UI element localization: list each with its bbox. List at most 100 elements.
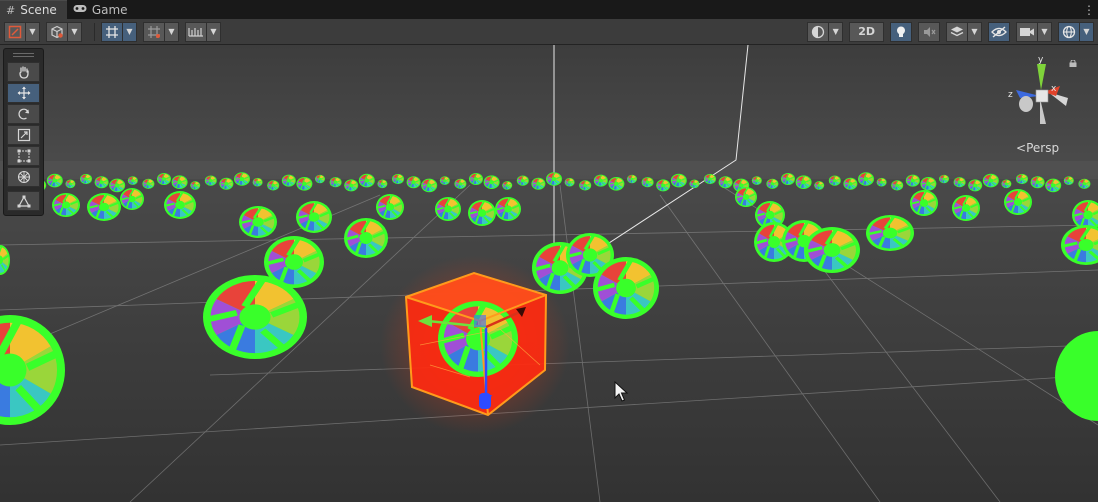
far-sphere [142, 179, 154, 189]
transform-icon [17, 170, 30, 184]
shading-mode-button[interactable] [807, 21, 830, 42]
move-tool-button[interactable] [7, 83, 40, 103]
draw-mode-button[interactable] [4, 21, 26, 42]
hand-tool-button[interactable] [7, 62, 40, 82]
lock-icon[interactable] [1069, 60, 1077, 67]
far-sphere [920, 177, 936, 191]
far-sphere [95, 176, 109, 188]
far-sphere [219, 178, 233, 190]
projection-label: Persp [1026, 141, 1060, 155]
chevron-down-icon: ▼ [71, 27, 78, 36]
grid-visibility-button[interactable] [143, 21, 165, 42]
far-sphere [80, 174, 92, 184]
far-sphere [1001, 180, 1011, 189]
palette-drag-handle[interactable] [7, 51, 40, 59]
gizmo-y-cone[interactable] [1037, 64, 1046, 90]
far-sphere [781, 173, 795, 185]
gizmo-center-cube[interactable] [1035, 89, 1049, 103]
lighting-toggle[interactable] [890, 21, 912, 42]
far-sphere [689, 180, 699, 189]
increment-snap-dropdown[interactable]: ▼ [207, 21, 221, 42]
far-sphere [315, 175, 325, 184]
far-sphere [502, 181, 512, 190]
far-sphere [939, 175, 949, 184]
far-sphere [983, 174, 999, 188]
scene-viewport[interactable] [0, 45, 1098, 502]
far-sphere [1064, 176, 1074, 185]
far-sphere [891, 180, 903, 190]
far-sphere [656, 179, 670, 191]
far-sphere [829, 176, 841, 186]
far-sphere [766, 179, 778, 189]
far-sphere [330, 177, 342, 187]
far-sphere [579, 180, 591, 190]
2d-mode-toggle[interactable]: 2D [849, 21, 884, 42]
gizmo-negz-cone[interactable] [1019, 96, 1033, 112]
rotate-tool-button[interactable] [7, 104, 40, 124]
shading-mode-dropdown[interactable]: ▼ [829, 21, 844, 42]
scene-canvas[interactable] [0, 45, 1098, 502]
audio-toggle[interactable] [918, 21, 940, 42]
lightbulb-icon [897, 26, 905, 37]
grid-snap-toggle[interactable] [101, 21, 123, 42]
sphere-icon [812, 25, 825, 38]
grid-visibility-dropdown[interactable]: ▼ [165, 21, 179, 42]
far-sphere [440, 176, 450, 185]
far-sphere [954, 177, 966, 187]
render-mode-button[interactable] [46, 21, 68, 42]
globe-icon [1062, 25, 1076, 38]
transform-tool-button[interactable] [7, 167, 40, 187]
far-sphere [282, 175, 296, 187]
far-sphere [594, 175, 608, 187]
move-arrows-icon [17, 86, 30, 100]
scene-visibility-toggle[interactable] [988, 21, 1010, 42]
far-sphere [608, 177, 624, 191]
rect-transform-icon [17, 149, 30, 163]
far-sphere [190, 181, 200, 190]
custom-tool-button[interactable] [7, 191, 40, 211]
chevron-down-icon: ▼ [126, 27, 133, 36]
more-options-icon[interactable]: ⋮ [1080, 0, 1098, 19]
far-sphere [377, 180, 387, 189]
far-sphere [642, 177, 654, 187]
chevron-left-icon: < [1016, 141, 1027, 155]
toolbar-divider [94, 22, 95, 41]
scene-camera-dropdown[interactable]: ▼ [1038, 21, 1052, 42]
far-sphere [484, 175, 500, 189]
far-sphere [172, 175, 188, 189]
camera-icon [1020, 27, 1034, 36]
chevron-down-icon: ▼ [1041, 27, 1048, 36]
tab-scene-label: Scene [20, 3, 57, 17]
rotate-icon [17, 108, 29, 120]
tool-palette [3, 48, 44, 216]
far-sphere [704, 174, 716, 184]
scale-tool-button[interactable] [7, 125, 40, 145]
render-mode-dropdown[interactable]: ▼ [68, 21, 82, 42]
far-sphere [234, 172, 250, 186]
far-sphere [843, 178, 857, 190]
tab-strip: # Scene Game ⋮ [0, 0, 1098, 19]
sky-background [0, 45, 1098, 167]
tab-game[interactable]: Game [67, 0, 138, 19]
scale-icon [17, 128, 30, 142]
far-sphere [546, 172, 562, 186]
chevron-down-icon: ▼ [832, 27, 839, 36]
grid-snap-icon [106, 25, 118, 38]
effects-button[interactable] [946, 21, 968, 42]
scene-camera-button[interactable] [1016, 21, 1038, 42]
ruler-icon [188, 27, 203, 37]
effects-dropdown[interactable]: ▼ [968, 21, 982, 42]
tab-scene[interactable]: # Scene [0, 0, 67, 19]
far-sphere [719, 176, 733, 188]
far-sphere [407, 176, 421, 188]
selected-cube[interactable] [380, 255, 570, 435]
gizmos-toggle[interactable] [1058, 21, 1080, 42]
grid-snap-dropdown[interactable]: ▼ [123, 21, 137, 42]
gizmos-dropdown[interactable]: ▼ [1080, 21, 1094, 42]
rect-tool-button[interactable] [7, 146, 40, 166]
far-sphere [752, 176, 762, 185]
draw-mode-dropdown[interactable]: ▼ [26, 21, 40, 42]
projection-toggle[interactable]: <Persp [1016, 141, 1059, 155]
far-sphere [359, 174, 375, 188]
increment-snap-button[interactable] [185, 21, 207, 42]
